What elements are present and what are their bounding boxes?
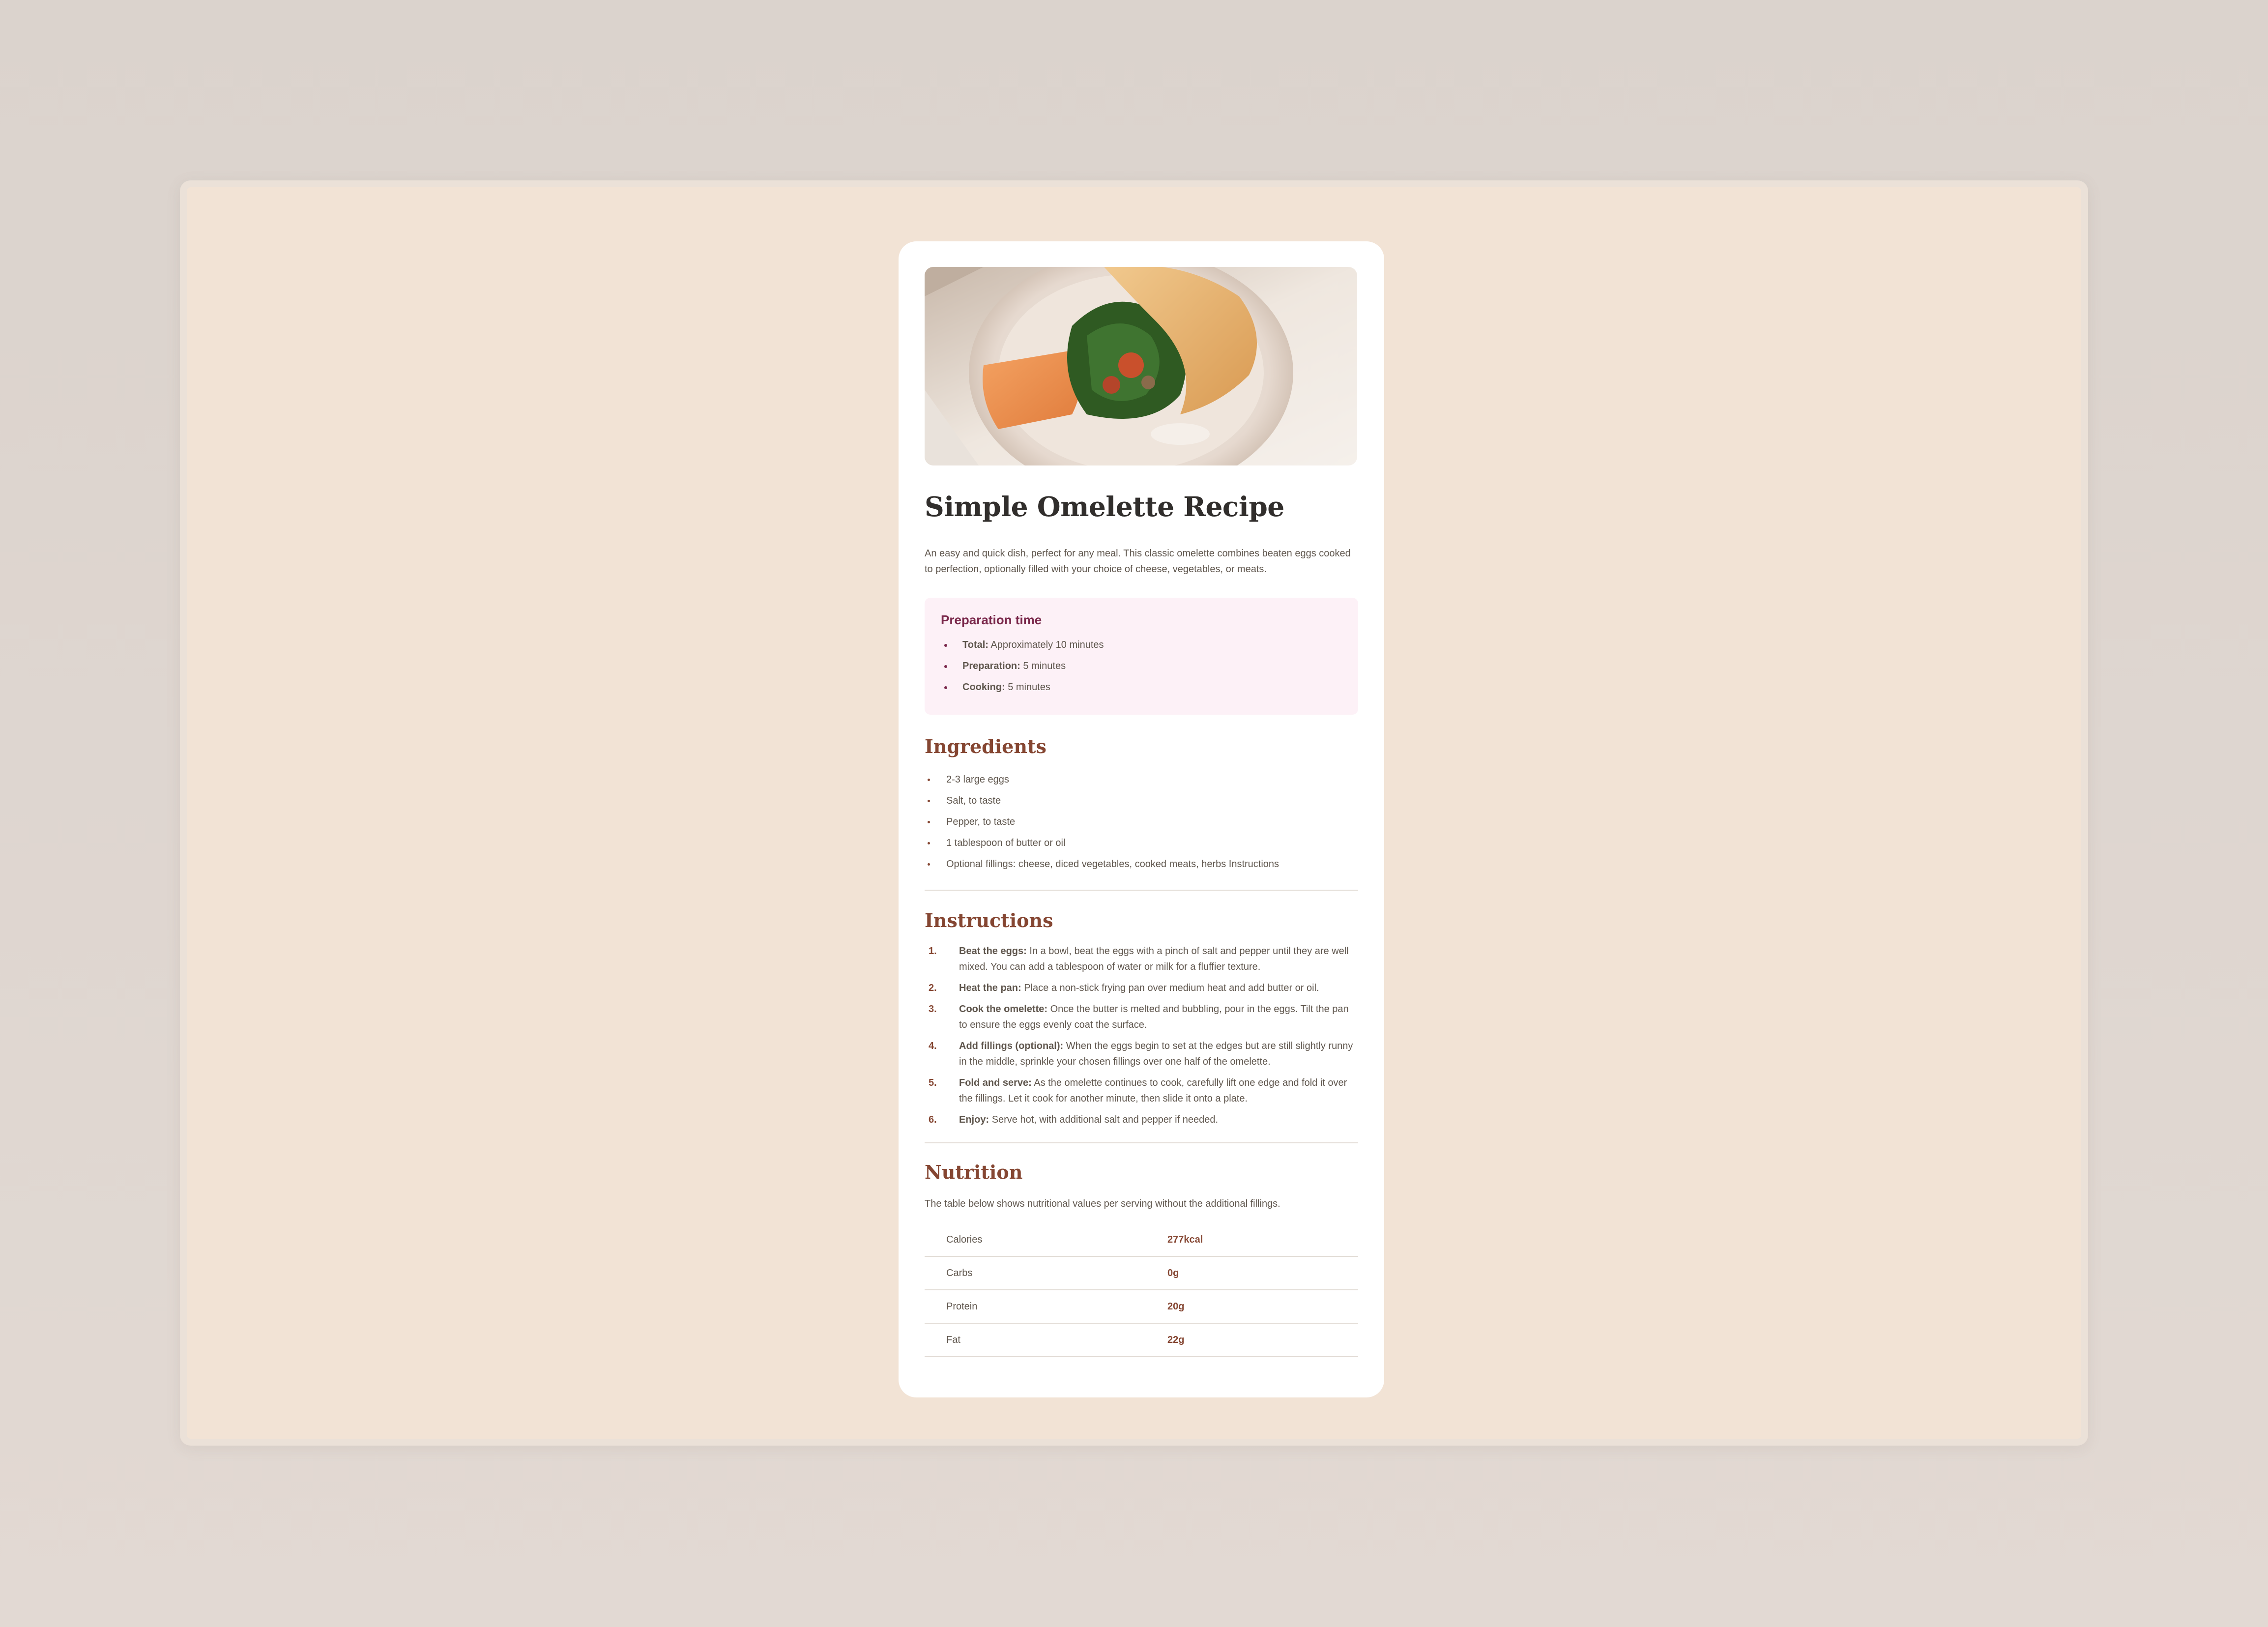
prep-item-total: Total: Approximately 10 minutes (941, 635, 1342, 656)
list-item: Salt, to taste (925, 790, 1358, 812)
nutrition-section: Nutrition The table below shows nutritio… (925, 1161, 1358, 1358)
instruction-step: 6. Enjoy: Serve hot, with additional salt… (929, 1114, 1218, 1126)
nutrition-heading: Nutrition (925, 1161, 1023, 1184)
list-item: 2-3 large eggs (925, 769, 1358, 790)
browser-viewport: Simple Omelette Recipe An easy and quick… (180, 180, 2088, 1446)
preparation-list: Total: Approximately 10 minutes Preparat… (941, 635, 1342, 698)
table-row: Protein 20g (925, 1290, 1358, 1324)
preparation-time-box: Preparation time Total: Approximately 10… (925, 598, 1358, 715)
nutrition-intro: The table below shows nutritional values… (925, 1198, 1280, 1210)
omelette-image (925, 267, 1357, 465)
list-item: 1 tablespoon of butter or oil (925, 833, 1358, 854)
instructions-list: 1. Beat the eggs: In a bowl, beat the egg… (925, 943, 1358, 1128)
instruction-step: 4. Add fillings (optional): When the eggs… (929, 1041, 1353, 1068)
table-row: Carbs 0g (925, 1256, 1358, 1291)
recipe-intro: An easy and quick dish, perfect for any … (925, 548, 1351, 575)
table-row: Calories 277kcal (925, 1223, 1358, 1257)
list-item: Optional fillings: cheese, diced vegetab… (925, 854, 1358, 875)
divider (925, 890, 1358, 891)
nutrition-table: Calories 277kcal Carbs 0g Protein 20g Fat 22… (925, 1223, 1358, 1358)
ingredients-section: Ingredients 2-3 large eggs Salt, to tast… (925, 735, 1358, 875)
ingredients-list: 2-3 large eggs Salt, to taste Pepper, to… (925, 769, 1358, 875)
instructions-section: Instructions 1. Beat the eggs: In a bowl,… (925, 909, 1358, 1128)
prep-item-cooking: Cooking: 5 minutes (941, 677, 1342, 698)
preparation-heading: Preparation time (941, 612, 1042, 628)
divider (925, 1142, 1358, 1144)
ingredients-heading: Ingredients (925, 735, 1047, 758)
instruction-step: 1. Beat the eggs: In a bowl, beat the egg… (929, 946, 1349, 973)
prep-item-preparation: Preparation: 5 minutes (941, 656, 1342, 677)
instructions-heading: Instructions (925, 909, 1053, 932)
instruction-step: 2. Heat the pan: Place a non-stick frying… (929, 983, 1319, 994)
recipe-title: Simple Omelette Recipe (925, 491, 1284, 523)
instruction-step: 3. Cook the omelette: Once the butter is … (929, 1004, 1349, 1031)
recipe-card: Simple Omelette Recipe An easy and quick… (899, 241, 1384, 1397)
list-item: Pepper, to taste (925, 812, 1358, 833)
instruction-step: 5. Fold and serve: As the omelette contin… (929, 1077, 1347, 1104)
table-row: Fat 22g (925, 1323, 1358, 1358)
